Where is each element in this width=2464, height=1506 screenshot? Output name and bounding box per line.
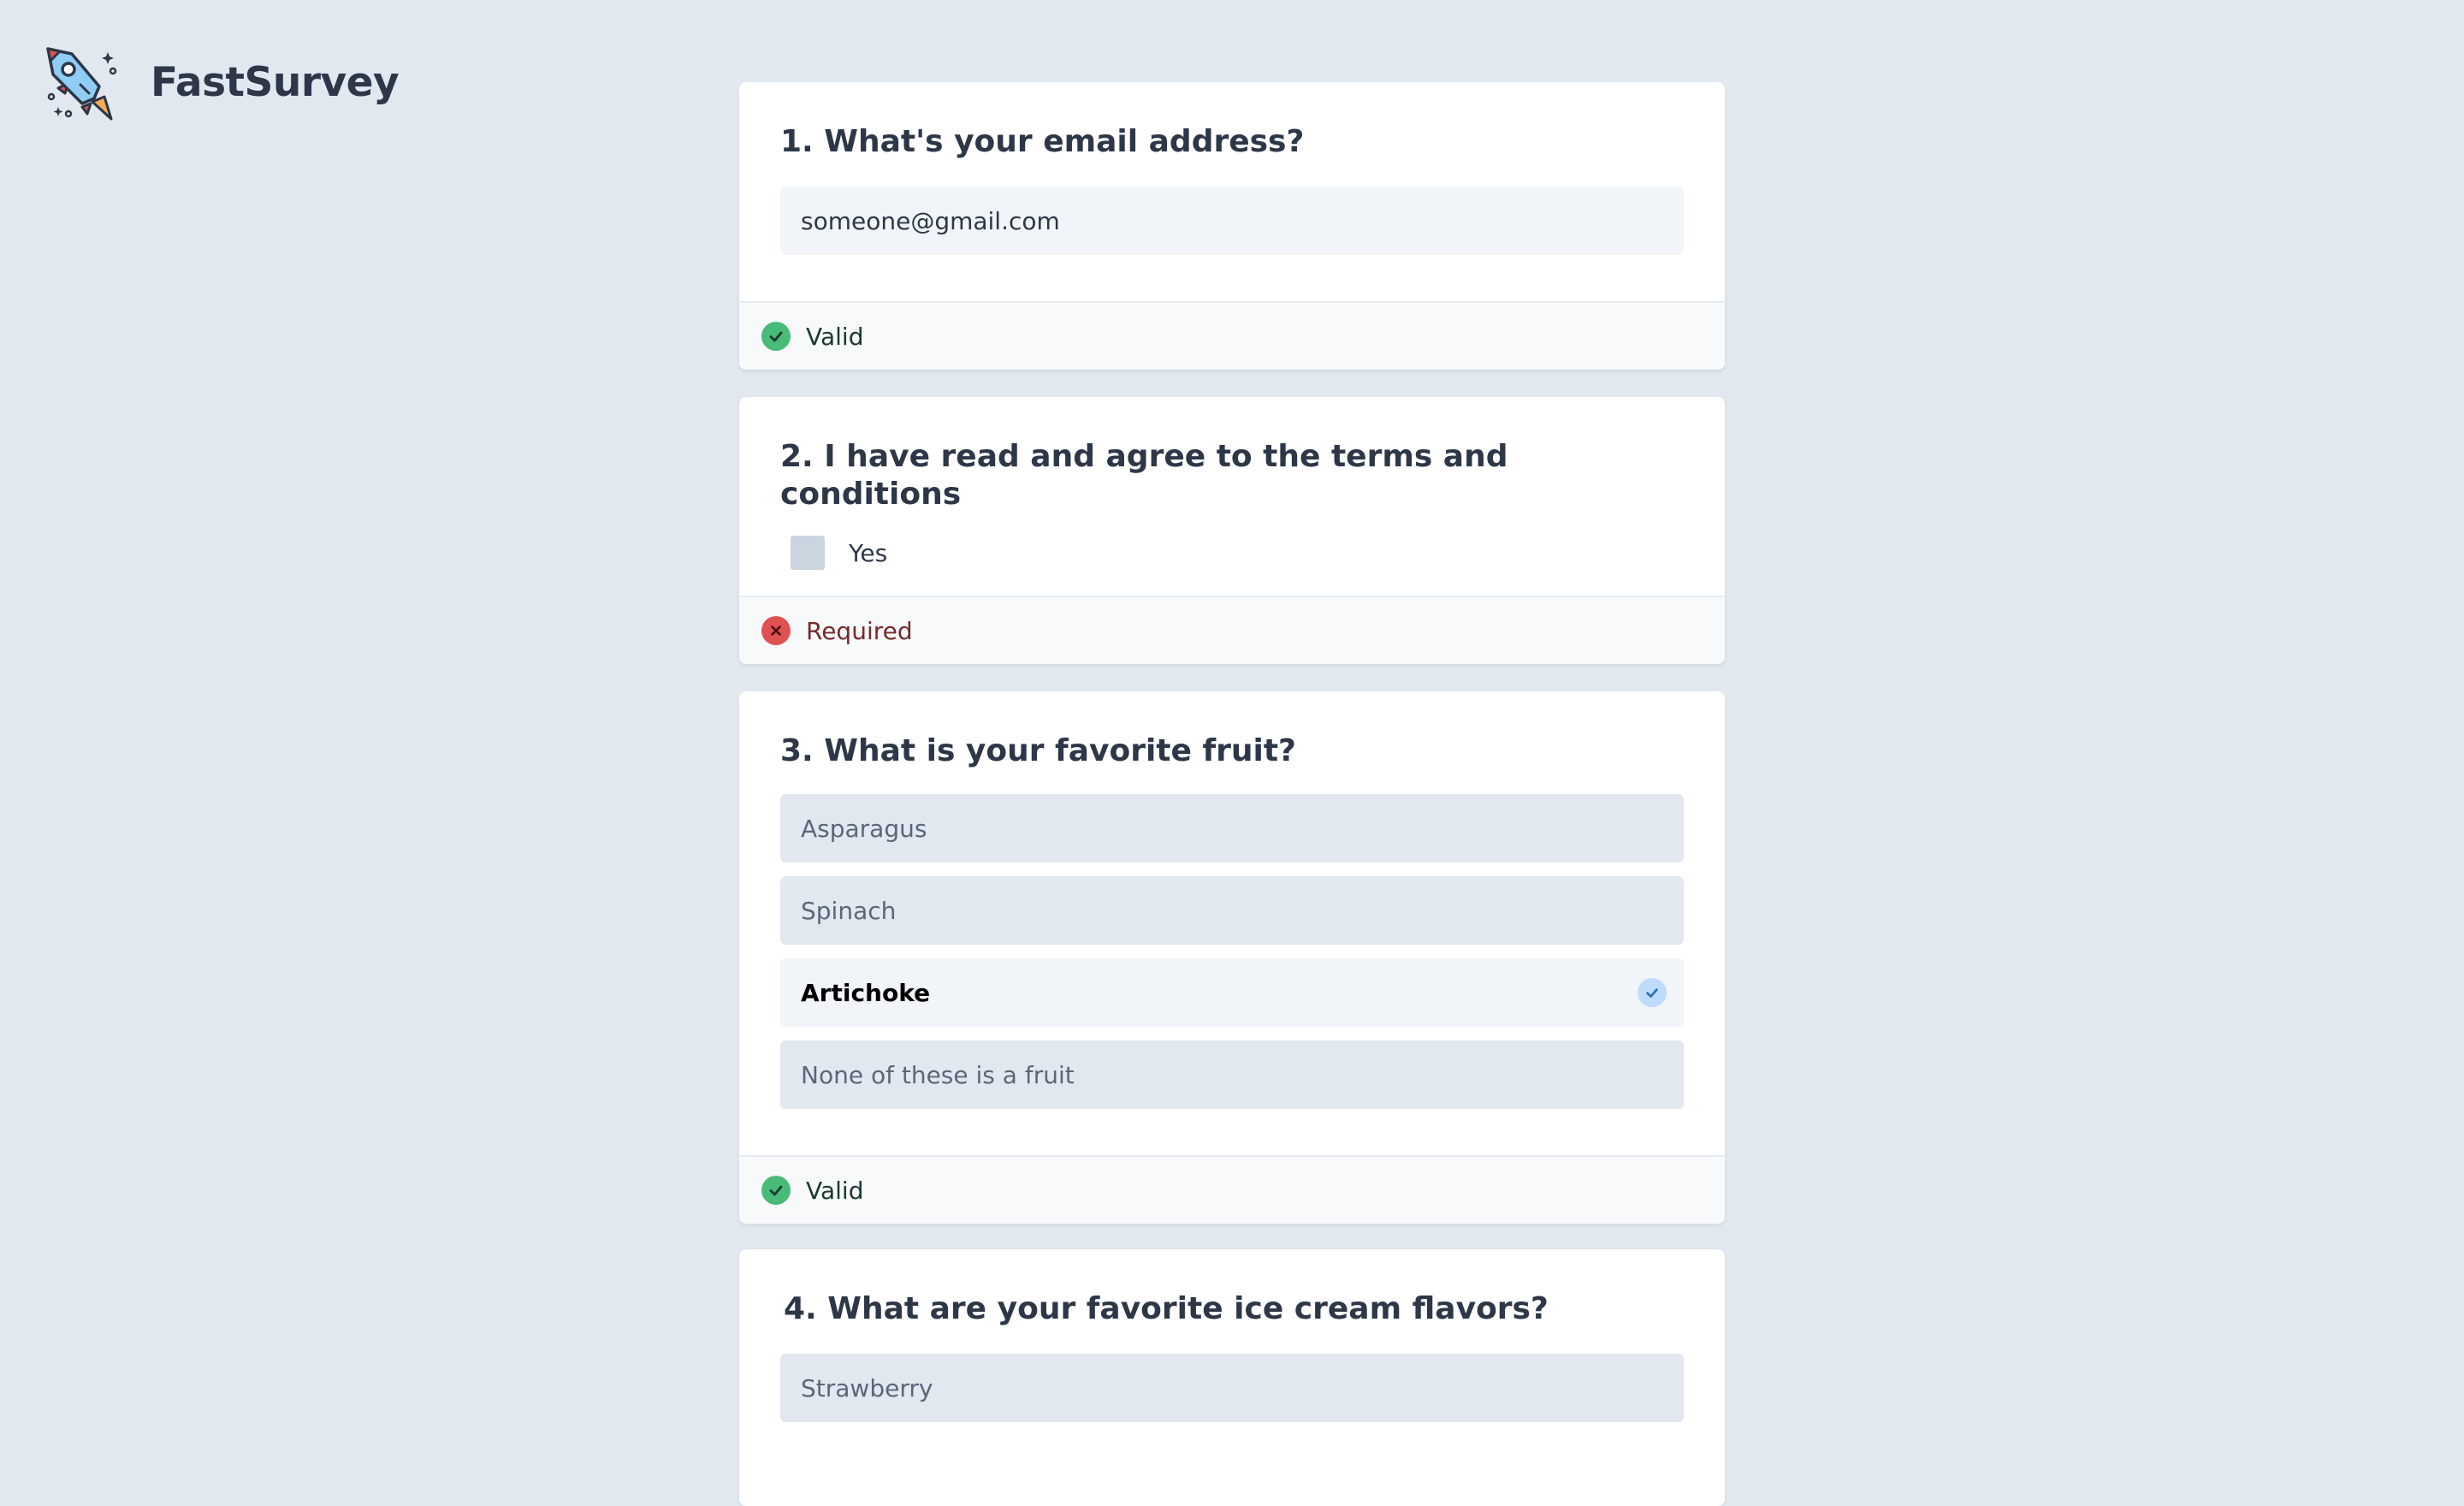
question-card-fruit: 3. What is your favorite fruit? Asparagu… (739, 691, 1725, 1224)
check-icon (1638, 978, 1667, 1007)
validation-status: Valid (806, 322, 864, 351)
question-card-terms: 2. I have read and agree to the terms an… (739, 397, 1725, 664)
question-title: 2. I have read and agree to the terms an… (780, 439, 1508, 512)
option-label: Asparagus (801, 814, 927, 843)
radio-option-asparagus[interactable]: Asparagus (780, 794, 1684, 863)
email-input[interactable] (780, 187, 1684, 255)
radio-option-none[interactable]: None of these is a fruit (780, 1041, 1684, 1109)
rocket-icon (46, 47, 117, 121)
question-title: 1. What's your email address? (780, 124, 1305, 159)
checkbox-option-strawberry[interactable]: Strawberry (780, 1354, 1684, 1422)
validation-status: Required (806, 616, 913, 645)
app-logo[interactable]: FastSurvey (43, 41, 400, 123)
app-name: FastSurvey (151, 58, 400, 106)
check-circle-icon (761, 1176, 791, 1205)
x-circle-icon (761, 616, 791, 645)
check-circle-icon (761, 322, 791, 351)
terms-checkbox[interactable] (791, 536, 825, 570)
validation-footer: Valid (739, 1155, 1725, 1224)
checkbox-label: Yes (849, 538, 888, 567)
question-card-ice-cream: 4. What are your favorite ice cream flav… (739, 1249, 1725, 1506)
radio-option-artichoke[interactable]: Artichoke (780, 958, 1684, 1027)
option-label: Artichoke (801, 978, 931, 1007)
radio-option-spinach[interactable]: Spinach (780, 876, 1684, 945)
validation-footer: Valid (739, 301, 1725, 370)
option-label: Strawberry (801, 1373, 933, 1402)
validation-status: Valid (806, 1176, 864, 1205)
option-label: None of these is a fruit (801, 1060, 1075, 1089)
validation-footer: Required (739, 596, 1725, 664)
question-card-email: 1. What's your email address? Valid (739, 82, 1725, 370)
checkbox-option[interactable]: Yes (791, 536, 1684, 570)
question-title: 4. What are your favorite ice cream flav… (784, 1291, 1549, 1326)
question-title: 3. What is your favorite fruit? (780, 733, 1296, 768)
option-label: Spinach (801, 896, 897, 925)
